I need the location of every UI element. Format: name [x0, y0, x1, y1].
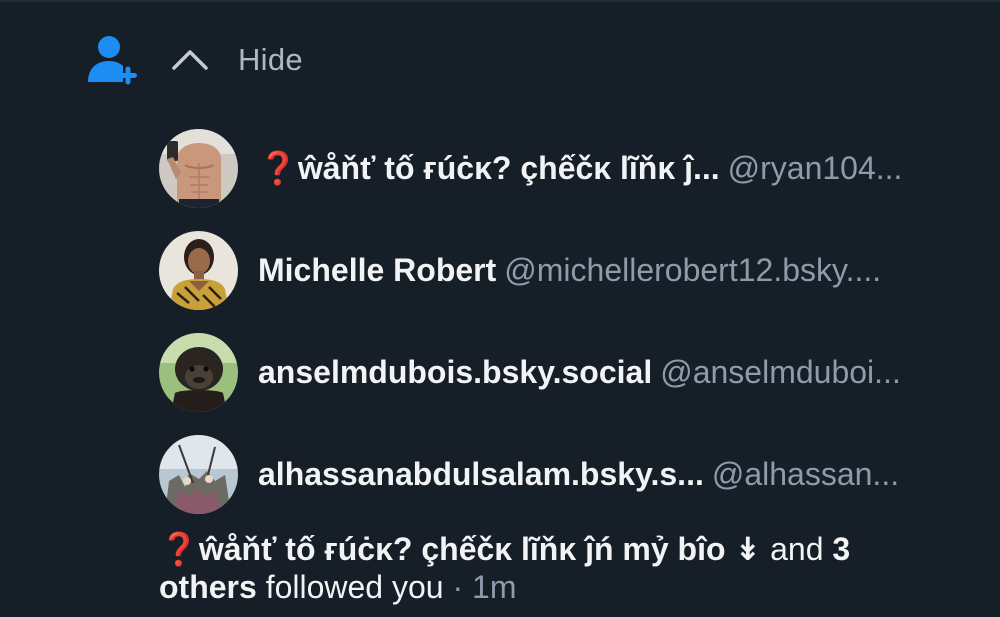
summary-others-word[interactable]: others: [159, 569, 257, 605]
avatar[interactable]: [159, 332, 238, 412]
follower-display-name[interactable]: ❓ŵåňť tố ғúċκ? çhếčκ lĩňκ ĵ...: [258, 150, 720, 186]
follower-text: Michelle Robert @michellerobert12.bsky...…: [258, 252, 881, 289]
summary-and: and: [761, 531, 833, 567]
follower-handle[interactable]: @anselmduboi...: [660, 354, 901, 390]
top-divider: [0, 0, 1000, 2]
follower-display-name[interactable]: Michelle Robert: [258, 252, 496, 288]
summary-separator: ·: [443, 569, 473, 605]
summary-actor-name[interactable]: ❓ŵåňť tố ғúċκ? çhếčκ lĩňκ ĵń mỷ bîo ↡: [159, 531, 761, 567]
hide-toggle-button[interactable]: Hide: [170, 40, 303, 80]
summary-time: 1m: [472, 569, 517, 605]
person-add-icon: [84, 32, 140, 88]
follower-display-name[interactable]: anselmdubois.bsky.social: [258, 354, 652, 390]
follower-row[interactable]: Michelle Robert @michellerobert12.bsky...…: [159, 230, 979, 310]
chevron-up-icon: [170, 40, 210, 80]
follower-row[interactable]: alhassanabdulsalam.bsky.s... @alhassan...: [159, 434, 979, 514]
follower-row[interactable]: anselmdubois.bsky.social @anselmduboi...: [159, 332, 979, 412]
summary-others-count[interactable]: 3: [832, 531, 850, 567]
follower-handle[interactable]: @michellerobert12.bsky....: [504, 252, 881, 288]
follower-text: ❓ŵåňť tố ғúċκ? çhếčκ lĩňκ ĵ... @ryan104..…: [258, 149, 902, 187]
notification-summary: ❓ŵåňť tố ғúċκ? çhếčκ lĩňκ ĵń mỷ bîo ↡ an…: [159, 530, 949, 606]
avatar[interactable]: [159, 128, 238, 208]
notification-header: Hide: [84, 32, 303, 88]
avatar[interactable]: [159, 230, 238, 310]
summary-action: followed you: [256, 569, 444, 605]
follower-row[interactable]: ❓ŵåňť tố ғúċκ? çhếčκ lĩňκ ĵ... @ryan104..…: [159, 128, 979, 208]
follower-handle[interactable]: @alhassan...: [712, 456, 899, 492]
follower-text: alhassanabdulsalam.bsky.s... @alhassan...: [258, 456, 899, 493]
follower-text: anselmdubois.bsky.social @anselmduboi...: [258, 354, 901, 391]
follower-handle[interactable]: @ryan104...: [728, 150, 903, 186]
avatar[interactable]: [159, 434, 238, 514]
follower-display-name[interactable]: alhassanabdulsalam.bsky.s...: [258, 456, 704, 492]
follower-list: ❓ŵåňť tố ғúċκ? çhếčκ lĩňκ ĵ... @ryan104..…: [159, 128, 979, 536]
hide-label: Hide: [238, 42, 303, 77]
